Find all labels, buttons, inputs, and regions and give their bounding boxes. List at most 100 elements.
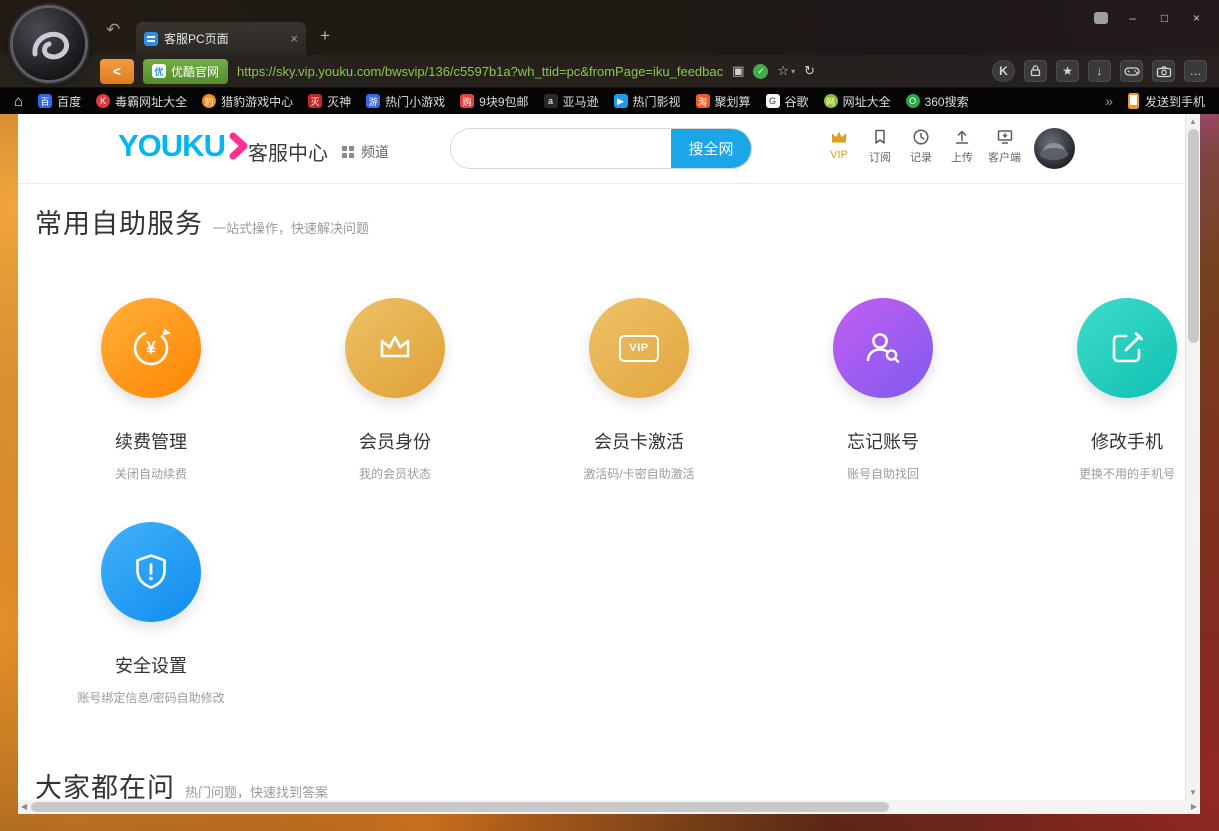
home-icon[interactable]: ⌂ (14, 93, 23, 110)
skin-button[interactable] (1088, 9, 1113, 26)
phone-icon (1128, 93, 1139, 109)
nav-upload[interactable]: 上传 (947, 128, 977, 165)
bookmark-mieshen[interactable]: 灭 灭神 (308, 93, 351, 110)
service-card-activation[interactable]: VIP 会员卡激活 激活码/卡密自助激活 (517, 298, 761, 482)
bookmark-liebao[interactable]: 豹 猎豹游戏中心 (202, 93, 293, 110)
dragon-logo-icon (19, 14, 79, 74)
bookmark-360search[interactable]: O 360搜索 (906, 93, 969, 110)
bookmark-juhuasuan[interactable]: 淘 聚划算 (696, 93, 751, 110)
user-avatar[interactable] (1034, 128, 1075, 169)
menu-more-icon[interactable]: … (1184, 60, 1207, 82)
url-text[interactable]: https://sky.vip.youku.com/bwsvip/136/c55… (237, 64, 723, 79)
bookmark-google[interactable]: G 谷歌 (766, 93, 809, 110)
bookmark-label: 热门影视 (633, 93, 681, 110)
chevron-down-icon: ▾ (791, 67, 795, 76)
bookmark-label: 百度 (57, 93, 81, 110)
crown-icon (345, 298, 445, 398)
services-section-title: 常用自助服务 (35, 202, 203, 241)
back-button[interactable]: < (100, 59, 134, 84)
clock-icon (912, 128, 930, 146)
vip-card-icon: VIP (589, 298, 689, 398)
service-forgot-account[interactable]: 忘记账号 账号自助找回 (761, 298, 1005, 482)
bookmark-star-icon[interactable]: ★ (1056, 60, 1079, 82)
bookmark-amazon[interactable]: a 亚马逊 (544, 93, 599, 110)
nav-history[interactable]: 记录 (906, 128, 936, 165)
kingsoft-badge-icon[interactable]: K (992, 60, 1015, 82)
bookmark-favicon: 网 (824, 94, 838, 108)
bookmark-games[interactable]: 游 热门小游戏 (366, 93, 445, 110)
bookmark-label: 聚划算 (715, 93, 751, 110)
youku-logo[interactable]: YOUKU (118, 128, 249, 164)
service-renew-management[interactable]: ¥ 续费管理 关闭自动续费 (29, 298, 273, 482)
game-center-icon[interactable] (1120, 60, 1143, 82)
faq-section-subtitle: 热门问题，快速找到答案 (185, 782, 328, 800)
services-section-subtitle: 一站式操作，快速解决问题 (213, 218, 369, 237)
bookmark-label: 9块9包邮 (479, 93, 528, 110)
svg-text:¥: ¥ (146, 338, 156, 358)
send-to-phone-button[interactable]: 发送到手机 (1128, 93, 1205, 110)
bookmark-label: 亚马逊 (563, 93, 599, 110)
browser-tab[interactable]: 客服PC页面 × (136, 22, 306, 55)
scroll-down-icon[interactable]: ▼ (1186, 788, 1200, 797)
tab-close-icon[interactable]: × (290, 31, 298, 46)
new-tab-button[interactable]: + (320, 26, 330, 46)
safety-check-icon[interactable]: ✓ (753, 64, 768, 79)
nav-subscriptions-label: 订阅 (869, 149, 891, 165)
site-name-chip[interactable]: 优 优酷官网 (143, 59, 228, 84)
grid-icon (342, 146, 354, 158)
screenshot-icon[interactable] (1152, 60, 1175, 82)
browser-addressbar: < 优 优酷官网 https://sky.vip.youku.com/bwsvi… (0, 55, 1219, 88)
browser-logo[interactable] (10, 5, 88, 83)
header-nav: VIP 订阅 记录 上传 客户端 (824, 128, 1021, 165)
skin-icon (1094, 12, 1108, 24)
bookmark-movies[interactable]: ▶ 热门影视 (614, 93, 681, 110)
webpage: YOUKU 客服中心 频道 搜全网 VIP (18, 114, 1185, 800)
channel-button[interactable]: 频道 (342, 142, 389, 162)
vertical-scrollbar[interactable]: ▲ ▼ (1185, 114, 1200, 800)
renew-yuan-icon: ¥ (101, 298, 201, 398)
refresh-icon[interactable]: ↻ (804, 63, 815, 79)
services-section-header: 常用自助服务 一站式操作，快速解决问题 (35, 202, 369, 241)
bookmark-baidu[interactable]: 百 百度 (38, 93, 81, 110)
bookmark-favicon: G (766, 94, 780, 108)
service-security-settings[interactable]: 安全设置 账号绑定信息/密码自助修改 (29, 522, 273, 706)
horizontal-scrollbar-thumb[interactable] (31, 802, 889, 812)
lock-icon[interactable] (1024, 60, 1047, 82)
vertical-scrollbar-thumb[interactable] (1188, 129, 1199, 343)
bookmarks-overflow-icon[interactable]: » (1105, 93, 1113, 109)
nav-vip[interactable]: VIP (824, 128, 854, 165)
channel-label: 频道 (361, 142, 389, 162)
search-input[interactable] (451, 129, 671, 168)
service-title: 会员身份 (359, 428, 431, 454)
close-button[interactable]: × (1184, 9, 1209, 26)
extension-icon[interactable]: ▣ (732, 63, 744, 79)
nav-client[interactable]: 客户端 (988, 128, 1021, 165)
nav-subscriptions[interactable]: 订阅 (865, 128, 895, 165)
scroll-right-icon[interactable]: ▶ (1191, 802, 1197, 811)
maximize-button[interactable]: □ (1152, 9, 1177, 26)
bookmark-favicon: K (96, 94, 110, 108)
scroll-up-icon[interactable]: ▲ (1186, 117, 1200, 126)
bookmark-9kuai9[interactable]: 购 9块9包邮 (460, 93, 528, 110)
bookmark-wangzhi[interactable]: 网 网址大全 (824, 93, 891, 110)
minimize-button[interactable]: – (1120, 9, 1145, 26)
client-monitor-icon (996, 128, 1014, 146)
nav-client-label: 客户端 (988, 149, 1021, 165)
horizontal-scrollbar[interactable]: ◀ ▶ (18, 800, 1200, 814)
youku-play-arrow-icon (229, 131, 249, 161)
service-member-status[interactable]: 会员身份 我的会员状态 (273, 298, 517, 482)
upload-arrow-icon (953, 128, 971, 146)
bookmarks-bar: ⌂ 百 百度 K 毒霸网址大全 豹 猎豹游戏中心 灭 灭神 游 热门小游戏 购 … (0, 88, 1219, 114)
service-change-phone[interactable]: 修改手机 更换不用的手机号 (1005, 298, 1185, 482)
service-title: 续费管理 (115, 428, 187, 454)
search-button[interactable]: 搜全网 (671, 129, 751, 168)
undo-arrow-icon[interactable]: ↶ (106, 20, 120, 40)
bookmark-duba[interactable]: K 毒霸网址大全 (96, 93, 187, 110)
service-title: 忘记账号 (847, 428, 919, 454)
site-chip-label: 优酷官网 (171, 63, 219, 80)
search-bar: 搜全网 (450, 128, 752, 169)
scroll-left-icon[interactable]: ◀ (21, 802, 27, 811)
bookmark-favicon: 豹 (202, 94, 216, 108)
favorite-star-icon[interactable]: ☆ ▾ (777, 63, 795, 79)
download-icon[interactable]: ↓ (1088, 60, 1111, 82)
